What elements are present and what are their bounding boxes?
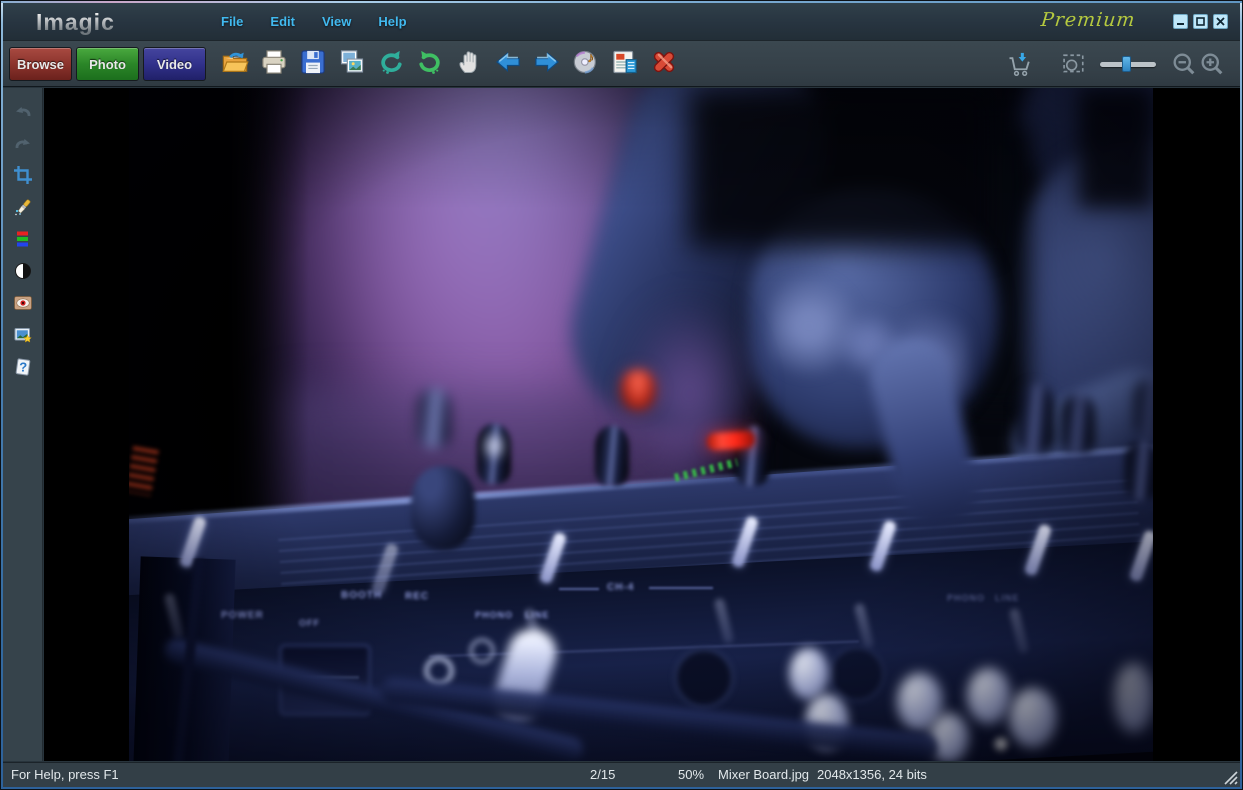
save-icon[interactable] bbox=[299, 46, 327, 78]
window-body: Imagic File Edit View Help Premium bbox=[3, 3, 1240, 787]
redo-icon[interactable] bbox=[416, 46, 444, 78]
report-icon[interactable] bbox=[611, 46, 639, 78]
maximize-icon bbox=[1196, 17, 1205, 26]
minimize-button[interactable] bbox=[1173, 14, 1188, 29]
browse-button[interactable]: Browse bbox=[9, 47, 72, 81]
redo-arrow-icon[interactable] bbox=[12, 133, 34, 153]
maximize-button[interactable] bbox=[1193, 14, 1208, 29]
statusbar: For Help, press F1 2/15 50% Mixer Board.… bbox=[3, 762, 1240, 787]
svg-text:?: ? bbox=[19, 360, 27, 375]
video-button[interactable]: Video bbox=[143, 47, 206, 81]
close-icon bbox=[1216, 17, 1225, 26]
open-folder-icon[interactable] bbox=[221, 46, 249, 78]
contrast-icon[interactable] bbox=[12, 261, 34, 281]
zoom-in-icon[interactable] bbox=[1198, 48, 1226, 80]
svg-text:♪: ♪ bbox=[587, 49, 594, 65]
zoom-out-icon[interactable] bbox=[1170, 48, 1198, 80]
print-icon[interactable] bbox=[260, 46, 288, 78]
zoom-slider-thumb[interactable] bbox=[1122, 56, 1131, 72]
status-file-name: Mixer Board.jpg bbox=[718, 767, 809, 782]
previous-image-icon[interactable] bbox=[494, 46, 522, 78]
help-icon[interactable]: ? bbox=[12, 357, 34, 377]
pan-hand-icon[interactable] bbox=[455, 46, 483, 78]
menu-help[interactable]: Help bbox=[378, 14, 406, 29]
photo-button[interactable]: Photo bbox=[76, 47, 139, 81]
minimize-icon bbox=[1176, 17, 1185, 26]
close-button[interactable] bbox=[1213, 14, 1228, 29]
undo-icon[interactable] bbox=[377, 46, 405, 78]
crop-icon[interactable] bbox=[12, 165, 34, 185]
menu-edit[interactable]: Edit bbox=[270, 14, 295, 29]
copy-photos-icon[interactable] bbox=[338, 46, 366, 78]
burn-cd-icon[interactable]: ♪ bbox=[572, 46, 600, 78]
menu-file[interactable]: File bbox=[221, 14, 243, 29]
toolbar-icons: ♪ bbox=[221, 46, 678, 78]
menubar: File Edit View Help bbox=[221, 14, 407, 29]
edition-badge: Premium bbox=[1040, 9, 1122, 31]
clean-brush-icon[interactable] bbox=[12, 197, 34, 217]
next-image-icon[interactable] bbox=[533, 46, 561, 78]
status-image-index: 2/15 bbox=[590, 767, 615, 782]
status-image-info: 2048x1356, 24 bits bbox=[817, 767, 927, 782]
titlebar: Imagic File Edit View Help Premium bbox=[3, 3, 1240, 40]
rgb-adjust-icon[interactable] bbox=[12, 229, 34, 249]
menu-view[interactable]: View bbox=[322, 14, 351, 29]
delete-icon[interactable] bbox=[650, 46, 678, 78]
photo-effects-icon[interactable] bbox=[12, 325, 34, 345]
zoom-slider[interactable] bbox=[1100, 55, 1156, 73]
red-eye-icon[interactable] bbox=[12, 293, 34, 313]
photo-detail bbox=[129, 88, 1153, 761]
resize-grip[interactable] bbox=[1222, 769, 1238, 785]
zoom-select-icon[interactable] bbox=[1060, 48, 1088, 80]
status-zoom-level: 50% bbox=[678, 767, 704, 782]
status-help-text: For Help, press F1 bbox=[11, 767, 119, 782]
app-window: Imagic File Edit View Help Premium bbox=[0, 0, 1243, 790]
toolbar-right-icons bbox=[1006, 48, 1226, 80]
app-logo: Imagic bbox=[36, 9, 115, 36]
window-controls bbox=[1173, 14, 1228, 29]
toolbar: Browse Photo Video bbox=[3, 40, 1240, 87]
photo-image[interactable]: POWER OFF BOOTH REC CH-4 PHONO LINE PHON… bbox=[129, 88, 1153, 761]
edit-sidebar: ? bbox=[3, 88, 43, 761]
mode-buttons: Browse Photo Video bbox=[9, 47, 206, 81]
acquire-cart-icon[interactable] bbox=[1006, 48, 1034, 80]
undo-arrow-icon[interactable] bbox=[12, 101, 34, 121]
image-canvas[interactable]: POWER OFF BOOTH REC CH-4 PHONO LINE PHON… bbox=[44, 88, 1240, 761]
